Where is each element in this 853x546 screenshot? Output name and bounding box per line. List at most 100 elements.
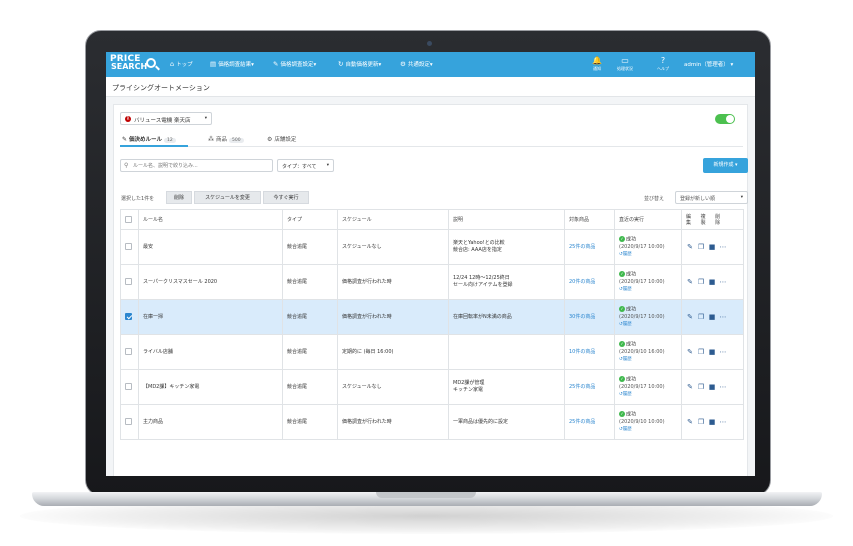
change-schedule-button[interactable]: スケジュールを変更: [194, 191, 261, 204]
edit-icon[interactable]: ✎: [686, 383, 694, 391]
help-button[interactable]: ? ヘルプ: [654, 56, 672, 72]
target-products-link[interactable]: 25件の商品: [569, 419, 595, 425]
type-filter-select[interactable]: タイプ：すべて ▾: [277, 159, 334, 172]
more-icon[interactable]: ⋯: [719, 243, 727, 251]
trash-icon[interactable]: ■: [708, 418, 716, 426]
target-products-link[interactable]: 20件の商品: [569, 279, 595, 285]
rule-name: 主力商品: [138, 404, 283, 440]
more-icon[interactable]: ⋯: [719, 278, 727, 286]
table-row[interactable]: ライバル店舗 競合追尾 定期的に (毎日 16:00) 10件の商品 ✓ 成功 (2020/…: [120, 334, 744, 370]
row-checkbox[interactable]: [125, 348, 132, 355]
trash-icon[interactable]: ■: [708, 348, 716, 356]
process-status-button[interactable]: ▭ 処理状況: [614, 56, 636, 72]
run-now-button[interactable]: 今すぐ実行: [263, 191, 309, 204]
nav-price-results[interactable]: ▤ 価格調査結果▾: [210, 60, 254, 68]
rule-type: 競合追尾: [282, 334, 338, 370]
trash-icon[interactable]: ■: [708, 278, 716, 286]
table-row[interactable]: 在庫一掃 競合追尾 価格調査が行われた時 在庫回転率がN未満の商品 30件の商品 ✓ 成功(…: [120, 299, 744, 335]
camera-icon: [427, 41, 432, 46]
copy-icon[interactable]: ❐: [697, 418, 705, 426]
chevron-down-icon: ▾: [740, 195, 743, 200]
trash-icon[interactable]: ■: [708, 313, 716, 321]
trash-icon[interactable]: ■: [708, 243, 716, 251]
tab-rules[interactable]: ✎ 価決めルール 12: [122, 135, 176, 143]
row-checkbox[interactable]: [125, 278, 132, 285]
history-link[interactable]: ↺履歴: [619, 251, 677, 258]
target-products-link[interactable]: 10件の商品: [569, 349, 595, 355]
more-icon[interactable]: ⋯: [719, 348, 727, 356]
edit-icon[interactable]: ✎: [686, 348, 694, 356]
run-status: ✓ 成功: [619, 376, 637, 383]
more-icon[interactable]: ⋯: [719, 418, 727, 426]
tab-store-settings[interactable]: ⚙ 店舗設定: [267, 135, 296, 143]
more-icon[interactable]: ⋯: [719, 313, 727, 321]
rule-type: 競合追尾: [282, 299, 338, 335]
edit-icon[interactable]: ✎: [686, 278, 694, 286]
history-link[interactable]: ↺履歴: [619, 356, 677, 363]
rule-name: 最安: [138, 229, 283, 265]
nav-auto-update[interactable]: ↻ 自動価格更新▾: [338, 60, 381, 68]
copy-icon[interactable]: ❐: [697, 383, 705, 391]
search-input[interactable]: [133, 161, 271, 171]
rule-schedule: 価格調査が行われた時: [337, 264, 449, 300]
active-tab-indicator: [120, 145, 188, 147]
chevron-down-icon: ▾: [326, 163, 329, 168]
automation-toggle[interactable]: [715, 114, 735, 124]
target-products-link[interactable]: 25件の商品: [569, 384, 595, 390]
page-title: プライシングオートメーション: [112, 84, 210, 92]
more-icon[interactable]: ⋯: [719, 383, 727, 391]
table-row[interactable]: 最安 競合追尾 スケジュールなし 楽天とYahoo!との比較 競合店: AAA店を指定…: [120, 229, 744, 265]
table-row[interactable]: スーパークリスマスセール 2020 競合追尾 価格調査が行われた時 12/24 12時…: [120, 264, 744, 300]
copy-icon[interactable]: ❐: [697, 278, 705, 286]
target-products-link[interactable]: 30件の商品: [569, 314, 595, 320]
nav-common-settings[interactable]: ⚙ 共通設定▾: [400, 60, 433, 68]
table-header-row: ルール名 タイプ スケジュール 説明 対象商品 直近の実行 編 複 削 集 製 …: [120, 209, 744, 230]
nav-top[interactable]: ⌂ トップ: [170, 60, 193, 68]
run-status: ✓ 成功: [619, 271, 637, 278]
history-link[interactable]: ↺履歴: [619, 391, 677, 398]
run-date: (2020/9/10 16:00): [619, 348, 665, 355]
rule-name: 【MD2課】キッチン家電: [138, 369, 283, 405]
rule-name: ライバル店舗: [138, 334, 283, 370]
sort-select[interactable]: 登録が新しい順 ▾: [675, 191, 748, 204]
gear-icon: ⚙: [267, 136, 273, 143]
new-rule-button[interactable]: 新規作成 ▾: [703, 158, 748, 173]
history-link[interactable]: ↺履歴: [619, 286, 677, 293]
row-checkbox[interactable]: [125, 383, 132, 390]
column-header-type: タイプ: [282, 209, 338, 230]
edit-icon[interactable]: ✎: [686, 313, 694, 321]
rule-description: 一軍商品は優先的に設定: [448, 404, 565, 440]
table-row[interactable]: 主力商品 競合追尾 価格調査が行われた時 一軍商品は優先的に設定 25件の商品 ✓ 成功 (2…: [120, 404, 744, 440]
rule-schedule: スケジュールなし: [337, 369, 449, 405]
target-products-link[interactable]: 25件の商品: [569, 244, 595, 250]
store-select[interactable]: R バリュース電機 楽天店 ▾: [120, 112, 212, 125]
run-date: (2020/9/17 10:00): [619, 313, 665, 320]
check-circle-icon: ✓: [619, 236, 625, 243]
edit-icon[interactable]: ✎: [686, 243, 694, 251]
copy-icon[interactable]: ❐: [697, 243, 705, 251]
tab-products[interactable]: ⁂ 商品 500: [208, 135, 244, 143]
trash-icon[interactable]: ■: [708, 383, 716, 391]
check-circle-icon: ✓: [619, 411, 625, 418]
column-header-name: ルール名: [138, 209, 283, 230]
copy-icon[interactable]: ❐: [697, 313, 705, 321]
nav-price-settings[interactable]: ✎ 価格調査設定▾: [273, 60, 316, 68]
edit-icon[interactable]: ✎: [686, 418, 694, 426]
delete-button[interactable]: 削除: [166, 191, 192, 204]
price-search-logo[interactable]: PRICE SEARCH: [110, 55, 158, 74]
check-circle-icon: ✓: [619, 376, 625, 383]
user-menu[interactable]: admin（管理者） ▾: [684, 60, 733, 68]
history-link[interactable]: ↺履歴: [619, 426, 677, 433]
notification-button[interactable]: 🔔 通知: [590, 56, 604, 72]
history-link[interactable]: ↺履歴: [619, 321, 677, 328]
row-checkbox[interactable]: [125, 313, 132, 320]
bell-icon: 🔔: [592, 56, 602, 65]
column-header-description: 説明: [448, 209, 565, 230]
row-checkbox[interactable]: [125, 243, 132, 250]
table-row[interactable]: 【MD2課】キッチン家電 競合追尾 スケジュールなし MD2課が管理 キッチン家電 25…: [120, 369, 744, 405]
select-all-checkbox[interactable]: [125, 216, 132, 223]
copy-icon[interactable]: ❐: [697, 348, 705, 356]
rule-schedule: 価格調査が行われた時: [337, 404, 449, 440]
row-checkbox[interactable]: [125, 418, 132, 425]
help-icon: ?: [660, 56, 666, 65]
